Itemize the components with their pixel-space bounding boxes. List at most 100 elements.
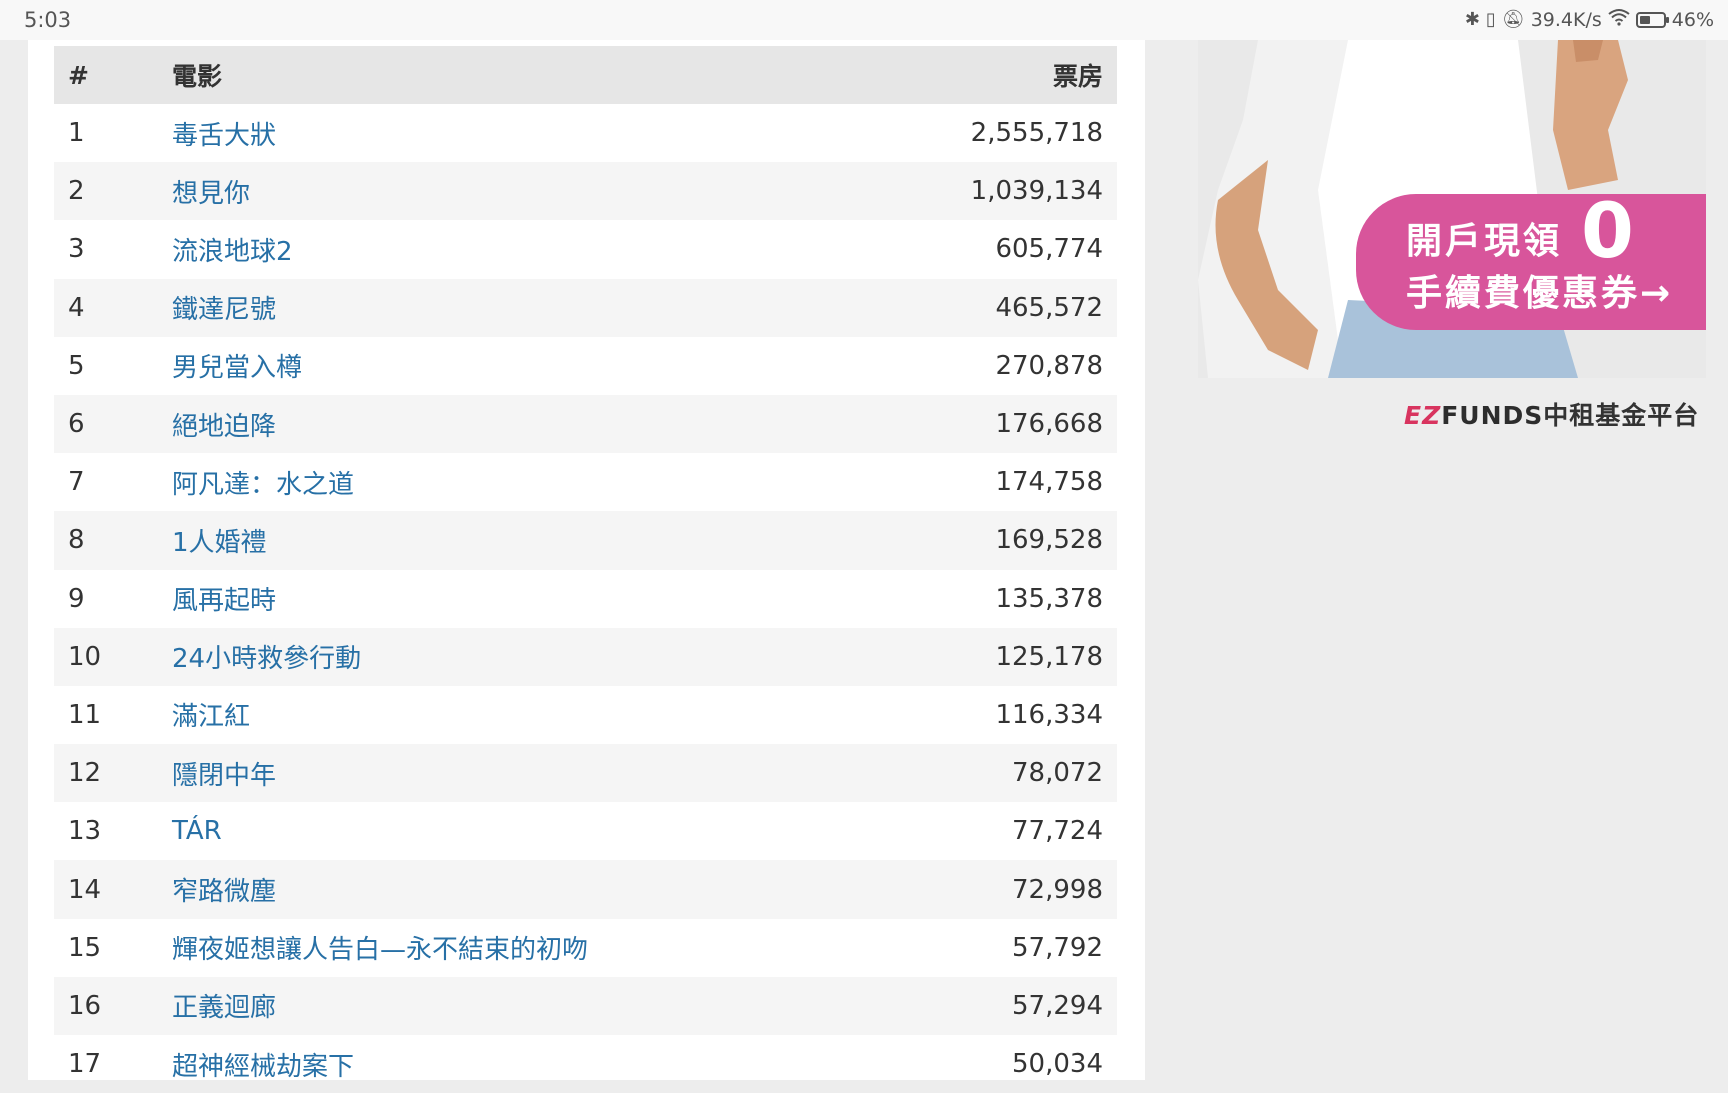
row-gross: 169,528	[995, 525, 1103, 556]
row-title-cell: 滿江紅	[172, 686, 803, 744]
row-gross: 50,034	[1012, 1049, 1103, 1080]
table-row: 2 想見你 1,039,134	[54, 162, 1117, 221]
row-rank: 13	[68, 816, 102, 847]
mute-icon: 🔕︎	[1501, 8, 1525, 30]
table-row: 11 滿江紅 116,334	[54, 686, 1117, 744]
box-office-card: # 電影 票房 1 毒舌大狀 2,555,718 2 想見你 1,039,134 3 流浪地球…	[28, 40, 1145, 1082]
row-rank: 14	[68, 874, 102, 905]
row-rank: 9	[68, 583, 85, 614]
row-title-cell: 毒舌大狀	[172, 104, 803, 162]
movie-title-link[interactable]: 正義迴廊	[172, 993, 276, 1023]
row-rank: 16	[68, 990, 102, 1021]
movie-title-link[interactable]: 24小時救參行動	[172, 644, 361, 674]
movie-title-link[interactable]: 阿凡達：水之道	[172, 470, 354, 500]
row-rank: 15	[68, 932, 102, 963]
table-row: 17 超神經械劫案下 50,034	[54, 1035, 1117, 1093]
row-gross: 72,998	[1012, 874, 1103, 905]
movie-title-link[interactable]: 窄路微塵	[172, 877, 276, 907]
row-title-cell: 正義迴廊	[172, 977, 803, 1035]
ad-banner[interactable]: 開戶現領 0 手續費優惠券→	[1198, 40, 1706, 378]
movie-title-link[interactable]: 男兒當入樽	[172, 353, 302, 383]
row-gross: 57,792	[1012, 932, 1103, 963]
table-row: 6 絕地迫降 176,668	[54, 394, 1117, 454]
battery-icon	[1635, 11, 1669, 28]
status-time: 5:03	[24, 8, 72, 32]
table-row: 5 男兒當入樽 270,878	[54, 337, 1117, 395]
row-gross: 78,072	[1012, 758, 1103, 789]
movie-title-link[interactable]: 絕地迫降	[172, 412, 276, 442]
row-title-cell: 鐵達尼號	[172, 279, 803, 337]
row-rank: 7	[68, 467, 85, 498]
ad-sponsor-logo[interactable]: EZFUNDS中租基金平台	[1404, 396, 1699, 432]
movie-title-link[interactable]: 流浪地球2	[172, 237, 293, 267]
table-row: 15 輝夜姬想讓人告白—永不結束的初吻 57,792	[54, 919, 1117, 977]
row-rank: 10	[68, 641, 102, 672]
row-title-cell: 24小時救參行動	[172, 628, 803, 686]
row-title-cell: TÁR	[172, 802, 803, 860]
row-rank: 12	[68, 758, 102, 789]
row-gross: 135,378	[995, 583, 1103, 614]
table-row: 13 TÁR 77,724	[54, 802, 1117, 860]
row-gross: 116,334	[995, 699, 1103, 730]
row-gross: 270,878	[995, 350, 1103, 381]
row-rank: 8	[68, 525, 85, 556]
movie-title-link[interactable]: 鐵達尼號	[172, 295, 276, 325]
row-gross: 605,774	[995, 234, 1103, 265]
movie-title-link[interactable]: 滿江紅	[172, 702, 250, 732]
row-rank: 4	[68, 292, 85, 323]
table-row: 1 毒舌大狀 2,555,718	[54, 104, 1117, 162]
table-row: 10 24小時救參行動 125,178	[54, 627, 1117, 686]
header-title: 電影	[172, 62, 223, 91]
movie-title-link[interactable]: 風再起時	[172, 586, 276, 616]
table-row: 14 窄路微塵 72,998	[54, 860, 1117, 919]
table-row: 9 風再起時 135,378	[54, 570, 1117, 628]
battery-level	[1639, 15, 1650, 24]
movie-title-link[interactable]: 超神經械劫案下	[172, 1052, 354, 1082]
row-title-cell: 絕地迫降	[172, 395, 803, 453]
row-gross: 174,758	[995, 467, 1103, 498]
ad-promo-badge: 開戶現領 0 手續費優惠券→	[1356, 186, 1706, 330]
row-title-cell: 阿凡達：水之道	[172, 453, 803, 511]
table-row: 7 阿凡達：水之道 174,758	[54, 453, 1117, 511]
table-header-row: # 電影 票房	[54, 46, 1117, 104]
row-title-cell: 輝夜姬想讓人告白—永不結束的初吻	[172, 919, 803, 977]
promo-line2: 手續費優惠券→	[1406, 273, 1674, 314]
movie-title-link[interactable]: TÁR	[172, 816, 222, 846]
row-title-cell: 流浪地球2	[172, 220, 803, 278]
movie-title-link[interactable]: 想見你	[172, 179, 250, 209]
row-title-cell: 男兒當入樽	[172, 337, 803, 395]
header-gross: 票房	[1052, 62, 1103, 91]
promo-line1: 開戶現領	[1406, 221, 1563, 262]
table-body: 1 毒舌大狀 2,555,718 2 想見你 1,039,134 3 流浪地球2 605,774…	[54, 104, 1117, 1093]
network-speed: 39.4K/s	[1530, 8, 1602, 31]
movie-title-link[interactable]: 輝夜姬想讓人告白—永不結束的初吻	[172, 935, 588, 965]
row-title-cell: 隱閉中年	[172, 744, 803, 802]
battery-percent: 46%	[1671, 8, 1714, 31]
movie-title-link[interactable]: 隱閉中年	[172, 761, 276, 791]
table-row: 4 鐵達尼號 465,572	[54, 278, 1117, 337]
promo-zero: 0	[1581, 186, 1634, 275]
status-bar: 5:03 ✱ ▯ 🔕︎ 39.4K/s 46%	[0, 0, 1728, 40]
bluetooth-icon: ✱	[1464, 8, 1480, 30]
movie-title-link[interactable]: 1人婚禮	[172, 528, 267, 558]
table-row: 8 1人婚禮 169,528	[54, 511, 1117, 570]
row-title-cell: 1人婚禮	[172, 511, 803, 569]
wifi-icon	[1608, 8, 1630, 31]
row-rank: 1	[68, 118, 85, 149]
logo-cn: 中租基金平台	[1543, 401, 1700, 430]
row-rank: 11	[68, 699, 102, 730]
table-row: 12 隱閉中年 78,072	[54, 744, 1117, 803]
row-rank: 3	[68, 234, 85, 265]
row-rank: 5	[68, 350, 85, 381]
vibrate-icon: ▯	[1485, 8, 1496, 30]
row-gross: 77,724	[1012, 816, 1103, 847]
row-gross: 125,178	[995, 641, 1103, 672]
row-gross: 176,668	[995, 409, 1103, 440]
row-gross: 57,294	[1012, 990, 1103, 1021]
box-office-table: # 電影 票房 1 毒舌大狀 2,555,718 2 想見你 1,039,134 3 流浪地球…	[54, 46, 1117, 1093]
movie-title-link[interactable]: 毒舌大狀	[172, 121, 276, 151]
row-title-cell: 窄路微塵	[172, 860, 803, 918]
row-gross: 2,555,718	[970, 118, 1103, 149]
header-rank: #	[68, 60, 89, 90]
table-row: 16 正義迴廊 57,294	[54, 976, 1117, 1035]
